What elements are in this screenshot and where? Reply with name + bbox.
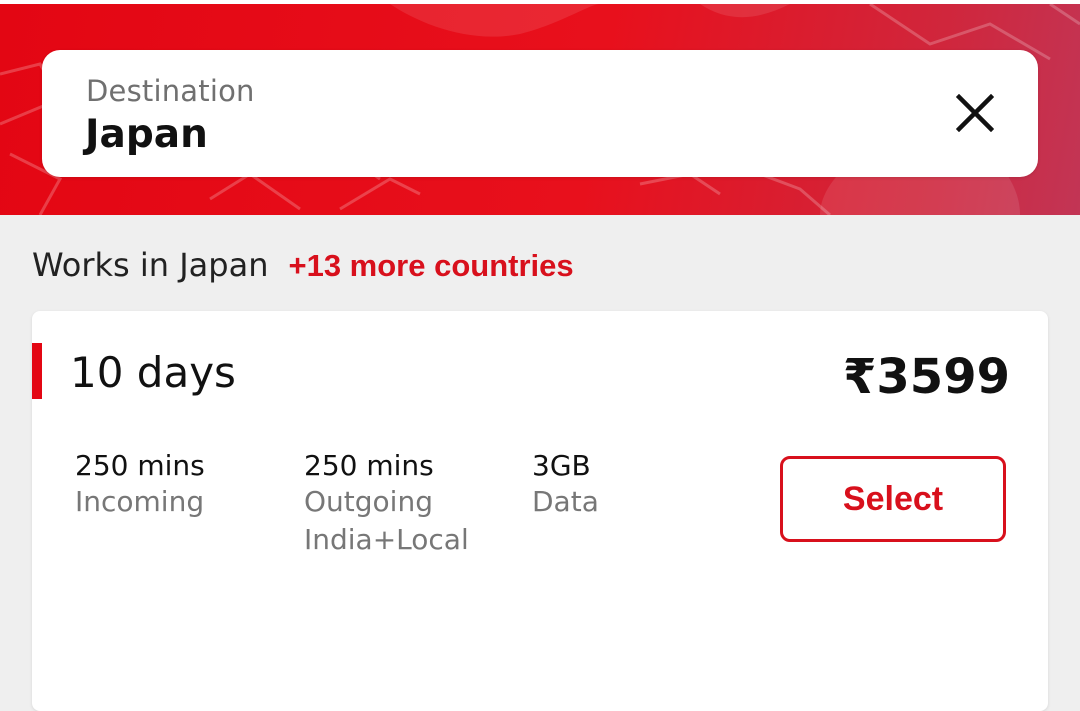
close-icon	[956, 94, 994, 132]
feature-value: 3GB	[532, 449, 591, 482]
feature-label: Data	[532, 485, 599, 518]
feature-value: 250 mins	[304, 449, 434, 482]
feature-value: 250 mins	[75, 449, 205, 482]
more-countries-link[interactable]: +13 more countries	[288, 248, 573, 284]
coverage-text: Works in Japan	[32, 246, 269, 284]
plan-price: ₹3599	[843, 349, 1010, 405]
plan-duration: 10 days	[70, 348, 236, 397]
clear-destination-button[interactable]	[946, 84, 1004, 142]
plan-accent-bar	[32, 343, 42, 399]
coverage-row: Works in Japan +13 more countries	[32, 246, 574, 284]
feature-label: Outgoing India+Local	[304, 485, 469, 556]
destination-search-card[interactable]: Destination Japan	[42, 50, 1038, 177]
feature-data: 3GB Data	[532, 449, 599, 521]
header-banner: Destination Japan	[0, 4, 1080, 215]
feature-incoming: 250 mins Incoming	[75, 449, 205, 521]
destination-label: Destination	[86, 74, 255, 108]
destination-value[interactable]: Japan	[85, 112, 208, 157]
feature-outgoing: 250 mins Outgoing India+Local	[304, 449, 504, 559]
feature-label: Incoming	[75, 485, 205, 518]
plan-card[interactable]: 10 days ₹3599 250 mins Incoming 250 mins…	[32, 311, 1048, 711]
select-plan-button[interactable]: Select	[780, 456, 1006, 542]
